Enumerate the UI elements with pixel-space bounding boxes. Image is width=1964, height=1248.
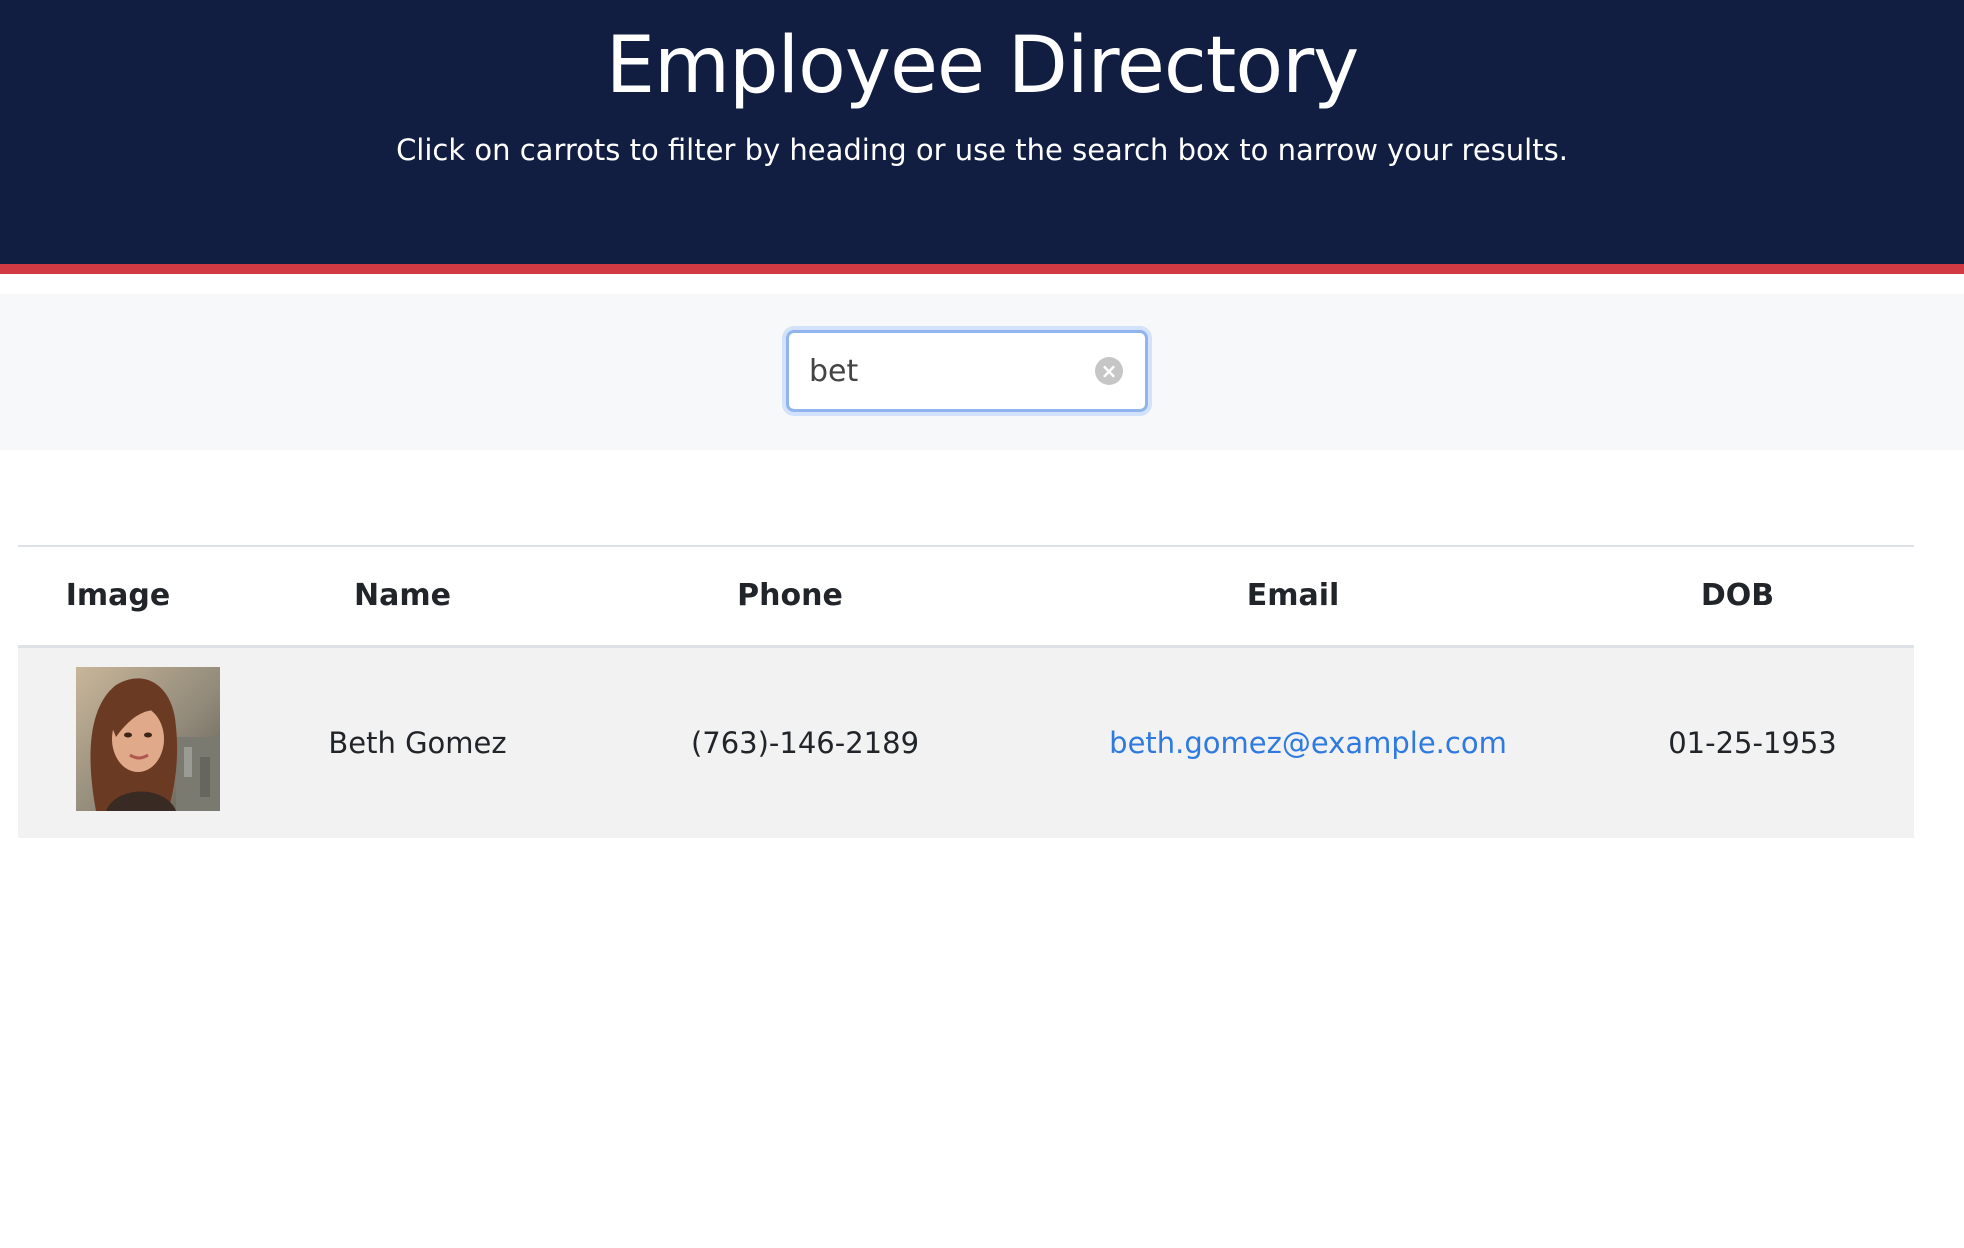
page-title: Employee Directory: [605, 21, 1360, 111]
clear-icon[interactable]: ×: [1095, 357, 1123, 385]
cell-email: beth.gomez@example.com: [1025, 646, 1591, 838]
search-input[interactable]: [809, 343, 1079, 399]
search-section: ×: [0, 294, 1964, 450]
page-subtitle: Click on carrots to filter by heading or…: [396, 133, 1568, 167]
column-header-email[interactable]: Email: [1025, 546, 1591, 646]
page-header: Employee Directory Click on carrots to f…: [0, 0, 1964, 264]
search-box: ×: [786, 330, 1148, 412]
table-header-row: Image Name Phone Email DOB: [18, 546, 1914, 646]
email-link[interactable]: beth.gomez@example.com: [1109, 726, 1507, 760]
column-header-phone[interactable]: Phone: [585, 546, 1025, 646]
cell-dob: 01-25-1953: [1668, 725, 1837, 760]
employee-table: Image Name Phone Email DOB Beth Gomez (7…: [18, 545, 1914, 838]
column-header-name[interactable]: Name: [250, 546, 585, 646]
avatar: [76, 667, 220, 812]
table-body: Beth Gomez (763)-146-2189 beth.gomez@exa…: [18, 646, 1914, 838]
cell-name: Beth Gomez: [328, 725, 507, 760]
column-header-image[interactable]: Image: [18, 546, 250, 646]
table-row: Beth Gomez (763)-146-2189 beth.gomez@exa…: [18, 646, 1914, 838]
table-header: Image Name Phone Email DOB: [18, 546, 1914, 646]
header-accent-stripe: [0, 264, 1964, 274]
cell-phone: (763)-146-2189: [690, 725, 920, 760]
cell-image: [18, 646, 250, 838]
column-header-dob[interactable]: DOB: [1591, 546, 1914, 646]
